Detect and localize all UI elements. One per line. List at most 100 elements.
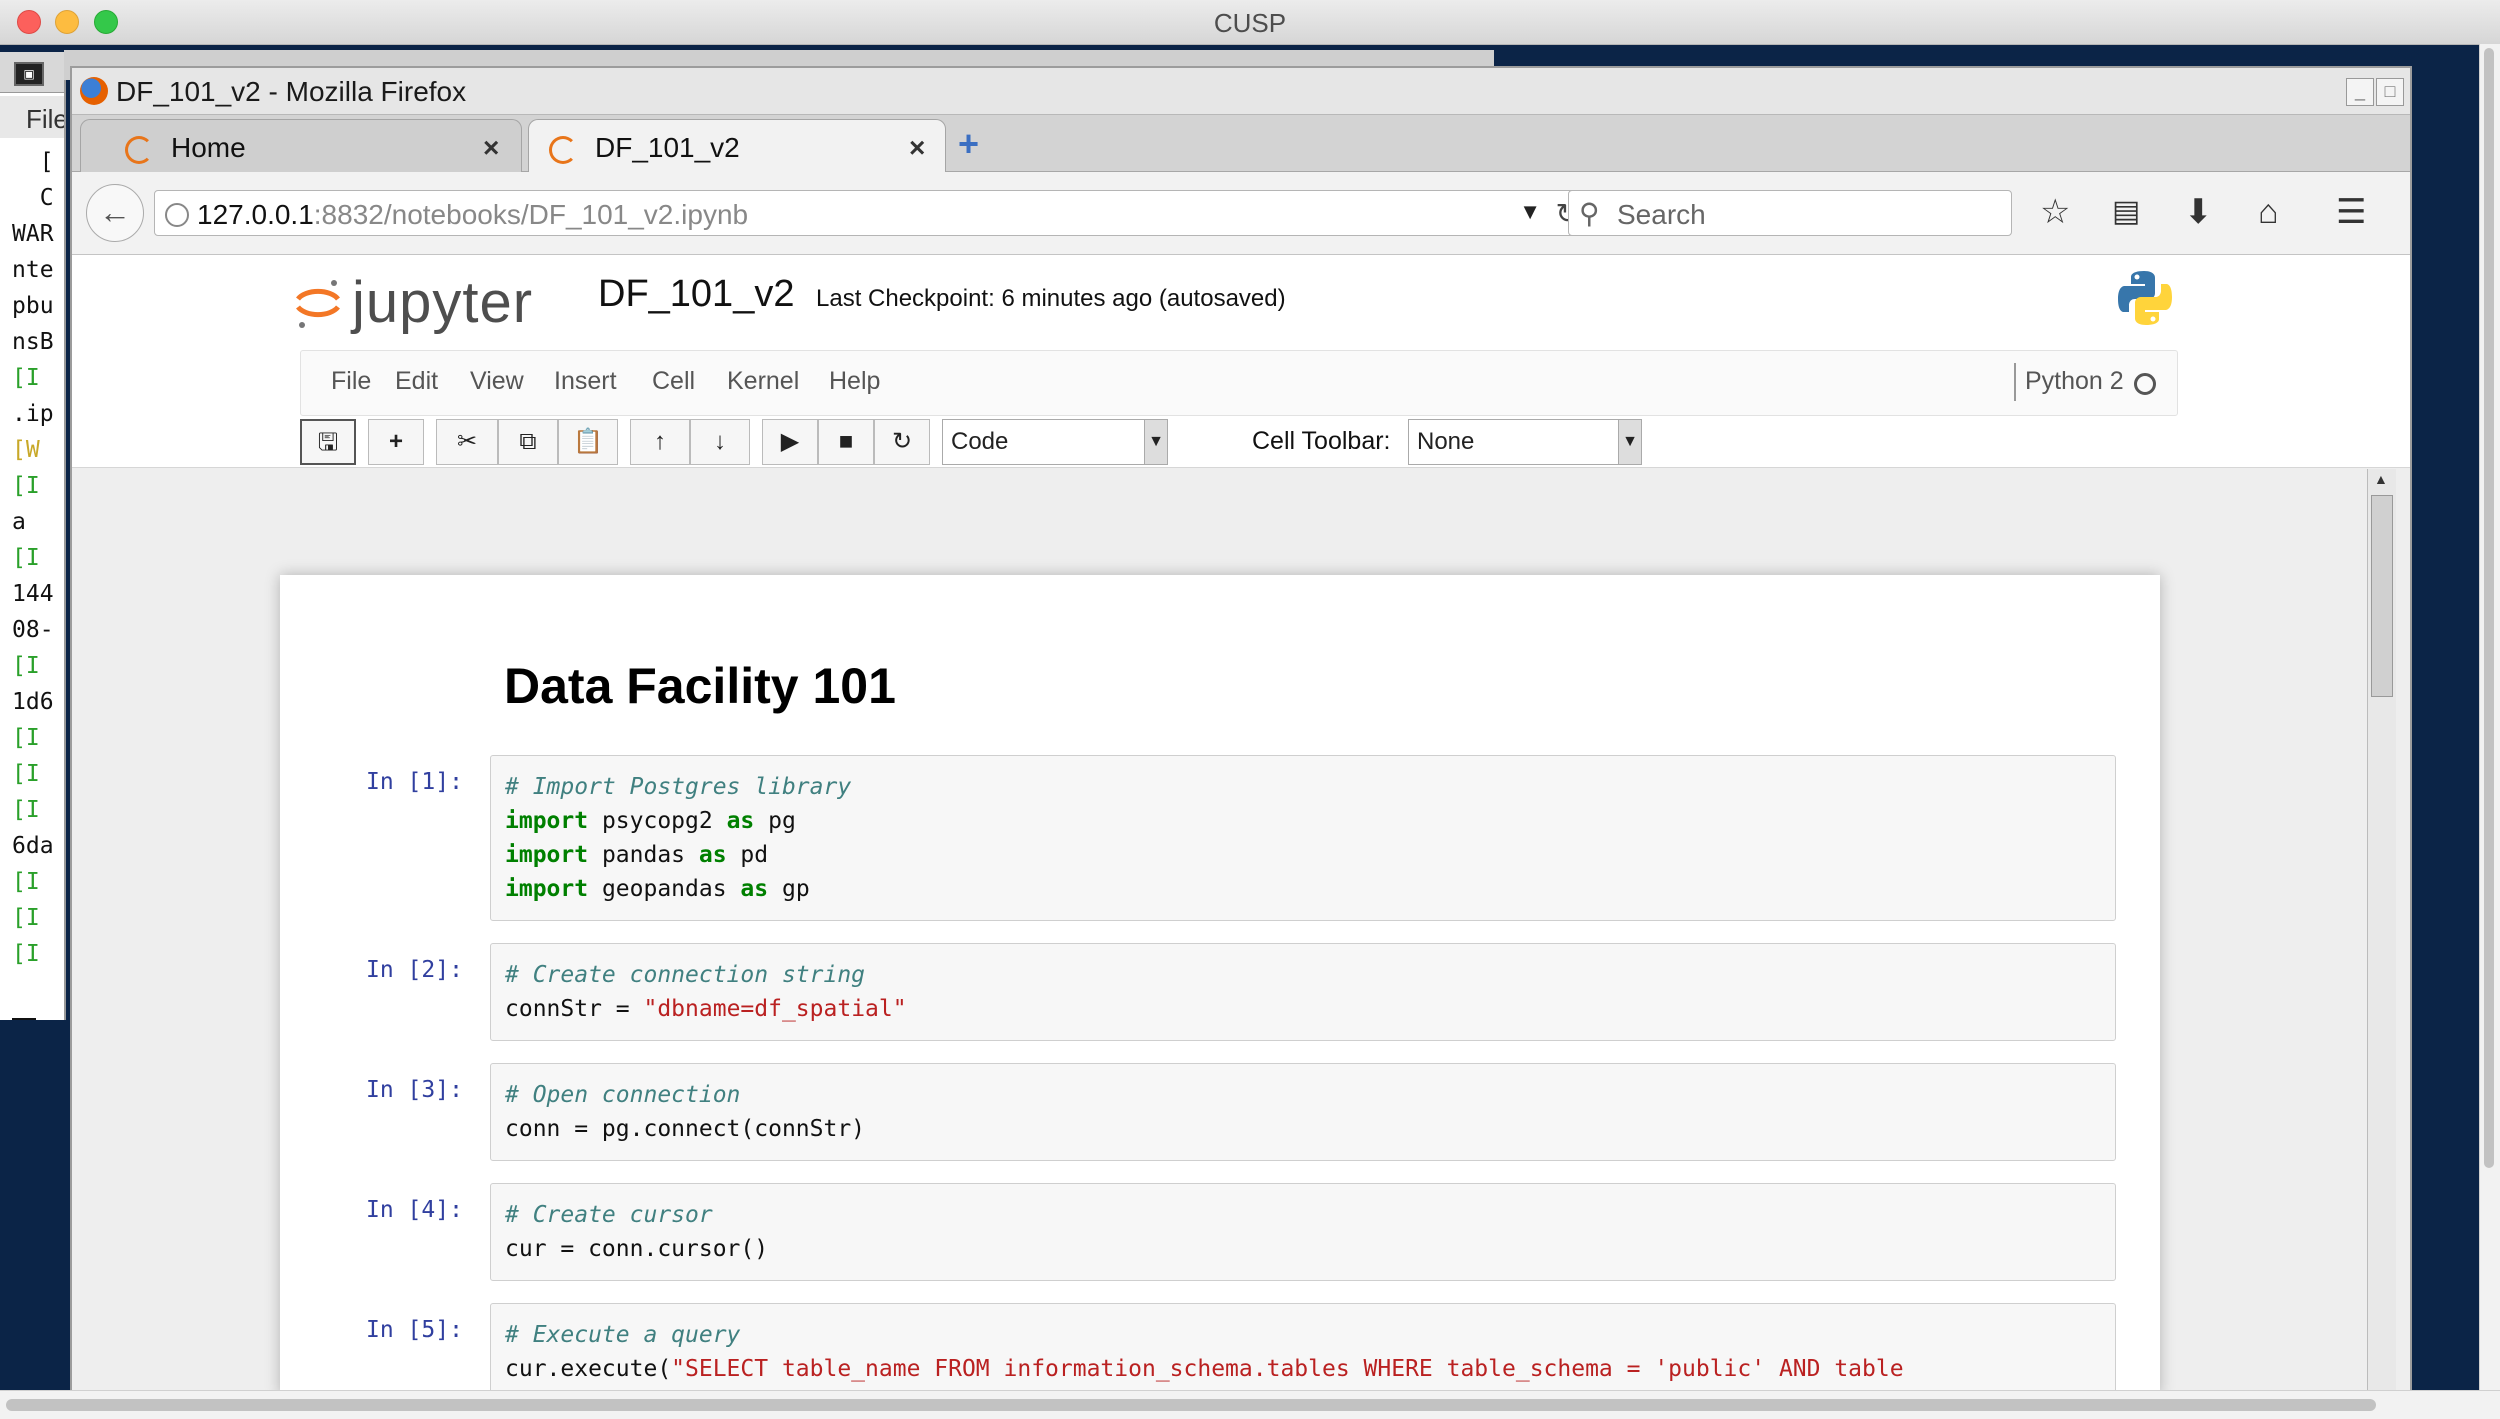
menu-kernel[interactable]: Kernel <box>727 367 799 396</box>
save-icon[interactable]: 🖫 <box>300 419 356 465</box>
scrollbar-thumb[interactable] <box>2371 495 2393 697</box>
cell-code[interactable]: # Create connection string connStr = "dbn… <box>505 958 907 1026</box>
run-icon[interactable]: ▶ <box>762 419 818 465</box>
kernel-name: Python 2 <box>2025 367 2124 395</box>
notebook-heading: Data Facility 101 <box>504 658 896 714</box>
home-icon[interactable]: ⌂ <box>2258 192 2279 232</box>
jupyter-logo[interactable]: jupyter <box>294 265 584 335</box>
cell-type-select[interactable]: Code ▼ <box>942 419 1168 465</box>
terminal-line: 08- <box>12 617 54 643</box>
back-button[interactable]: ← <box>86 184 144 242</box>
cell-prompt: In [1]: <box>366 769 463 795</box>
menu-edit[interactable]: Edit <box>395 367 438 396</box>
terminal-line: pbu <box>12 293 54 319</box>
move-up-icon[interactable]: ↑ <box>630 419 690 465</box>
menu-cell[interactable]: Cell <box>652 367 695 396</box>
menu-insert[interactable]: Insert <box>554 367 617 396</box>
kernel-idle-indicator-icon <box>2134 373 2156 395</box>
terminal-line: [ <box>12 149 54 175</box>
minimize-icon[interactable]: _ <box>2346 78 2374 106</box>
cell-code[interactable]: # Execute a query cur.execute("SELECT tab… <box>505 1318 1904 1392</box>
code-line: import pandas as pd <box>505 838 851 872</box>
code-token: geopandas <box>588 876 741 902</box>
terminal-icon: ▣ <box>14 62 44 86</box>
download-icon[interactable]: ⬇ <box>2184 192 2213 232</box>
terminal-line: [I <box>12 941 40 967</box>
terminal-line: .ip <box>12 401 54 427</box>
notebook-container: Data Facility 101 In [1]: # Import Postgr… <box>280 575 2160 1392</box>
os-vertical-scrollbar[interactable] <box>2479 44 2500 1410</box>
new-tab-icon[interactable]: + <box>958 126 979 162</box>
code-cell[interactable]: In [4]: # Create cursor cur = conn.cursor(… <box>280 1183 2160 1281</box>
search-placeholder: Search <box>1617 199 1706 230</box>
scrollbar-thumb[interactable] <box>2484 48 2494 1168</box>
code-token: gp <box>768 876 810 902</box>
tab-df-101-v2[interactable]: DF_101_v2 × <box>528 119 946 172</box>
restart-icon[interactable]: ↻ <box>874 419 930 465</box>
code-cell[interactable]: In [2]: # Create connection string connStr… <box>280 943 2160 1041</box>
page-vertical-scrollbar[interactable]: ▲ <box>2367 469 2396 1392</box>
reading-list-icon[interactable]: ▤ <box>2112 192 2140 232</box>
code-token: as <box>726 808 755 834</box>
os-horizontal-scrollbar[interactable] <box>0 1390 2500 1419</box>
code-line: cur.execute("SELECT table_name FROM info… <box>505 1352 1904 1386</box>
code-token: psycopg2 <box>588 808 727 834</box>
insert-cell-icon[interactable]: + <box>368 419 424 465</box>
scrollbar-thumb[interactable] <box>6 1399 2376 1411</box>
cut-icon[interactable]: ✂ <box>436 419 498 465</box>
menu-file[interactable]: File <box>331 367 371 396</box>
scroll-up-icon[interactable]: ▲ <box>2374 471 2388 487</box>
firefox-window-title: DF_101_v2 - Mozilla Firefox <box>116 76 467 107</box>
tab-home[interactable]: Home × <box>80 119 522 172</box>
terminal-line: nte <box>12 257 54 283</box>
terminal-line: [I <box>12 869 40 895</box>
notebook-name[interactable]: DF_101_v2 <box>598 273 794 316</box>
os-title-bar: CUSP <box>0 0 2500 45</box>
url-bar[interactable]: 127.0.0.1:8832/notebooks/DF_101_v2.ipynb… <box>154 190 1590 236</box>
cell-input-area[interactable]: # Open connection conn = pg.connect(connS… <box>490 1063 2116 1161</box>
url-text: 127.0.0.1:8832/notebooks/DF_101_v2.ipynb <box>197 199 749 230</box>
cell-toolbar-label: Cell Toolbar: <box>1252 427 1391 455</box>
tab-loading-icon <box>549 136 577 164</box>
jupyter-orbit-icon <box>296 280 340 328</box>
tab-close-icon[interactable]: × <box>909 132 925 164</box>
python-logo-icon <box>2118 271 2172 325</box>
terminal-window[interactable]: ▣ File [ C WAR nte pbu nsB [I .ip [W [I a [I 144 08-… <box>0 52 66 1020</box>
terminal-line: [I <box>12 545 40 571</box>
code-token: # Create connection string <box>505 962 866 988</box>
os-window-title: CUSP <box>1213 8 1287 38</box>
terminal-menu-file[interactable]: File <box>26 104 64 135</box>
tab-close-icon[interactable]: × <box>483 132 499 164</box>
cell-code[interactable]: # Create cursor cur = conn.cursor() <box>505 1198 768 1266</box>
code-token: import <box>505 842 589 868</box>
cell-code[interactable]: # Open connection conn = pg.connect(connS… <box>505 1078 865 1146</box>
code-line: cur = conn.cursor() <box>505 1232 768 1266</box>
copy-icon[interactable]: ⧉ <box>498 419 558 465</box>
cell-toolbar-select[interactable]: None ▼ <box>1408 419 1642 465</box>
cell-prompt: In [4]: <box>366 1197 463 1223</box>
paste-icon[interactable]: 📋 <box>558 419 618 465</box>
maximize-icon[interactable]: □ <box>2376 78 2404 106</box>
cell-code[interactable]: # Import Postgres library import psycopg2… <box>505 770 851 906</box>
code-cell[interactable]: In [3]: # Open connection conn = pg.connec… <box>280 1063 2160 1161</box>
cell-input-area[interactable]: # Import Postgres library import psycopg2… <box>490 755 2116 921</box>
terminal-line: [I <box>12 725 40 751</box>
search-input[interactable]: ⚲ Search <box>1568 190 2012 236</box>
menu-help[interactable]: Help <box>829 367 880 396</box>
code-cell[interactable]: In [1]: # Import Postgres library import p… <box>280 755 2160 921</box>
code-token: "SELECT table_name FROM information_sche… <box>671 1356 1904 1382</box>
move-down-icon[interactable]: ↓ <box>690 419 750 465</box>
cell-input-area[interactable]: # Create cursor cur = conn.cursor() <box>490 1183 2116 1281</box>
terminal-line: nsB <box>12 329 54 355</box>
menu-view[interactable]: View <box>470 367 524 396</box>
code-token: as <box>698 842 727 868</box>
kernel-separator <box>2014 363 2016 401</box>
url-history-dropdown-icon[interactable]: ▼ <box>1519 199 1541 225</box>
stop-icon[interactable]: ■ <box>818 419 874 465</box>
code-line: conn = pg.connect(connStr) <box>505 1112 865 1146</box>
code-cell[interactable]: In [5]: # Execute a query cur.execute("SEL… <box>280 1303 2160 1392</box>
bookmark-star-icon[interactable]: ☆ <box>2040 192 2070 232</box>
cell-input-area[interactable]: # Execute a query cur.execute("SELECT tab… <box>490 1303 2116 1392</box>
hamburger-menu-icon[interactable]: ☰ <box>2336 192 2366 232</box>
cell-input-area[interactable]: # Create connection string connStr = "dbn… <box>490 943 2116 1041</box>
